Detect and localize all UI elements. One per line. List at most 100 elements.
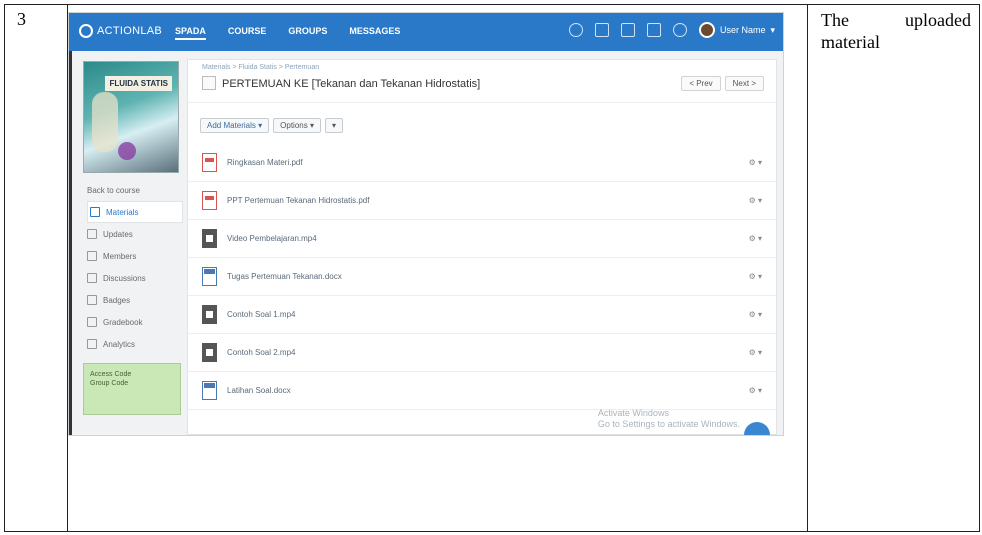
- sidebar-item-label: Members: [103, 251, 137, 261]
- breadcrumb[interactable]: Materials > Fluida Statis > Pertemuan: [202, 64, 319, 71]
- logo-icon: [79, 24, 93, 38]
- search-icon[interactable]: [568, 23, 583, 37]
- video-file-icon: [202, 343, 217, 362]
- video-file-icon: [202, 229, 217, 248]
- file-row[interactable]: Contoh Soal 1.mp4 ⚙ ▾: [188, 296, 776, 334]
- gradebook-icon: [87, 317, 97, 327]
- sidebar-item-back[interactable]: Back to course: [87, 179, 183, 201]
- file-name[interactable]: PPT Pertemuan Tekanan Hidrostatis.pdf: [227, 196, 749, 205]
- activation-watermark: Activate Windows Go to Settings to activ…: [598, 408, 740, 430]
- sidebar-item-gradebook[interactable]: Gradebook: [87, 311, 183, 333]
- divider: [188, 102, 776, 103]
- updates-icon: [87, 229, 97, 239]
- avatar: [698, 22, 715, 38]
- sidebar-item-label: Updates: [103, 229, 133, 239]
- main-nav: SPADA COURSE GROUPS MESSAGES: [175, 26, 400, 40]
- notification-icon[interactable]: [672, 23, 687, 37]
- file-list: Ringkasan Materi.pdf ⚙ ▾ PPT Pertemuan Tek…: [188, 144, 776, 410]
- file-options-icon[interactable]: ⚙ ▾: [749, 310, 762, 319]
- file-options-icon[interactable]: ⚙ ▾: [749, 158, 762, 167]
- file-options-icon[interactable]: ⚙ ▾: [749, 348, 762, 357]
- sidebar-item-materials[interactable]: Materials: [87, 201, 183, 223]
- app-topbar: ACTIONLAB SPADA COURSE GROUPS MESSAGES U…: [69, 13, 783, 51]
- add-materials-button[interactable]: Add Materials ▾: [200, 118, 270, 133]
- app-logo[interactable]: ACTIONLAB: [79, 24, 162, 38]
- file-options-icon[interactable]: ⚙ ▾: [749, 272, 762, 281]
- file-row[interactable]: Contoh Soal 2.mp4 ⚙ ▾: [188, 334, 776, 372]
- file-name[interactable]: Contoh Soal 1.mp4: [227, 310, 749, 319]
- chevron-down-icon: ▾: [770, 24, 775, 35]
- prev-button[interactable]: < Prev: [681, 76, 721, 91]
- file-name[interactable]: Video Pembelajaran.mp4: [227, 234, 749, 243]
- nav-item-course[interactable]: COURSE: [228, 26, 267, 40]
- logo-text: ACTIONLAB: [97, 25, 163, 37]
- sidebar-item-updates[interactable]: Updates: [87, 223, 183, 245]
- nav-item-groups[interactable]: GROUPS: [288, 26, 327, 40]
- sidebar-item-members[interactable]: Members: [87, 245, 183, 267]
- folder-checkbox[interactable]: [202, 76, 216, 90]
- pdf-file-icon: [202, 191, 217, 210]
- pdf-file-icon: [202, 153, 217, 172]
- file-name[interactable]: Tugas Pertemuan Tekanan.docx: [227, 272, 749, 281]
- grid-icon[interactable]: [594, 23, 609, 37]
- file-name[interactable]: Ringkasan Materi.pdf: [227, 158, 749, 167]
- user-name: User Name: [719, 25, 766, 35]
- doc-file-icon: [202, 267, 217, 286]
- video-file-icon: [202, 305, 217, 324]
- topbar-icons: User Name ▾: [568, 22, 775, 38]
- cover-illustration: [92, 92, 118, 152]
- library-icon[interactable]: [620, 23, 635, 37]
- row-description: The uploaded material: [821, 10, 971, 52]
- next-button[interactable]: Next >: [724, 76, 764, 91]
- sidebar-item-label: Analytics: [103, 339, 136, 349]
- course-sidebar: FLUIDA STATIS Back to course Materials U…: [83, 61, 187, 435]
- doc-file-icon: [202, 381, 217, 400]
- embedded-screenshot: ACTIONLAB SPADA COURSE GROUPS MESSAGES U…: [68, 12, 784, 436]
- file-name[interactable]: Contoh Soal 2.mp4: [227, 348, 749, 357]
- file-row[interactable]: Tugas Pertemuan Tekanan.docx ⚙ ▾: [188, 258, 776, 296]
- discussion-icon: [87, 273, 97, 283]
- nav-item-messages[interactable]: MESSAGES: [349, 26, 400, 40]
- cover-illustration: [118, 142, 136, 160]
- course-cover-image: FLUIDA STATIS: [83, 61, 179, 173]
- file-options-icon[interactable]: ⚙ ▾: [749, 386, 762, 395]
- sidebar-item-label: Back to course: [87, 185, 140, 195]
- row-number: 3: [17, 9, 26, 29]
- nav-item-spada[interactable]: SPADA: [175, 26, 206, 40]
- analytics-icon: [87, 339, 97, 349]
- file-name[interactable]: Latihan Soal.docx: [227, 386, 749, 395]
- file-row[interactable]: Ringkasan Materi.pdf ⚙ ▾: [188, 144, 776, 182]
- help-button[interactable]: [744, 422, 770, 435]
- mail-icon[interactable]: [646, 23, 661, 37]
- sidebar-item-badges[interactable]: Badges: [87, 289, 183, 311]
- sidebar-item-label: Discussions: [103, 273, 146, 283]
- folder-icon: [90, 207, 100, 217]
- sidebar-item-analytics[interactable]: Analytics: [87, 333, 183, 355]
- sidebar-item-label: Gradebook: [103, 317, 143, 327]
- screenshot-edge: [69, 13, 72, 435]
- file-row[interactable]: PPT Pertemuan Tekanan Hidrostatis.pdf ⚙ ▾: [188, 182, 776, 220]
- materials-panel: Materials > Fluida Statis > Pertemuan PE…: [187, 59, 777, 435]
- sidebar-item-label: Materials: [106, 207, 139, 217]
- access-code-label: Access Code: [90, 371, 132, 378]
- star-icon: [87, 295, 97, 305]
- page-title: PERTEMUAN KE [Tekanan dan Tekanan Hidros…: [222, 78, 481, 90]
- watermark-line: Activate Windows: [597, 408, 669, 418]
- sidebar-menu: Back to course Materials Updates Members…: [87, 179, 183, 355]
- materials-toolbar: Add Materials ▾ Options ▾ ▾: [200, 118, 343, 133]
- file-options-icon[interactable]: ⚙ ▾: [749, 196, 762, 205]
- file-row[interactable]: Latihan Soal.docx ⚙ ▾: [188, 372, 776, 410]
- cover-title: FLUIDA STATIS: [105, 76, 172, 91]
- members-icon: [87, 251, 97, 261]
- file-row[interactable]: Video Pembelajaran.mp4 ⚙ ▾: [188, 220, 776, 258]
- file-options-icon[interactable]: ⚙ ▾: [749, 234, 762, 243]
- more-button[interactable]: ▾: [324, 118, 343, 133]
- access-code-box: Access Code Group Code: [83, 363, 181, 415]
- column-divider: [807, 5, 808, 531]
- sidebar-item-label: Badges: [103, 295, 131, 305]
- pager: < Prev Next >: [681, 76, 764, 91]
- options-button[interactable]: Options ▾: [273, 118, 321, 133]
- user-menu[interactable]: User Name ▾: [698, 22, 775, 38]
- sidebar-item-discussions[interactable]: Discussions: [87, 267, 183, 289]
- access-code-value: Group Code: [90, 380, 129, 387]
